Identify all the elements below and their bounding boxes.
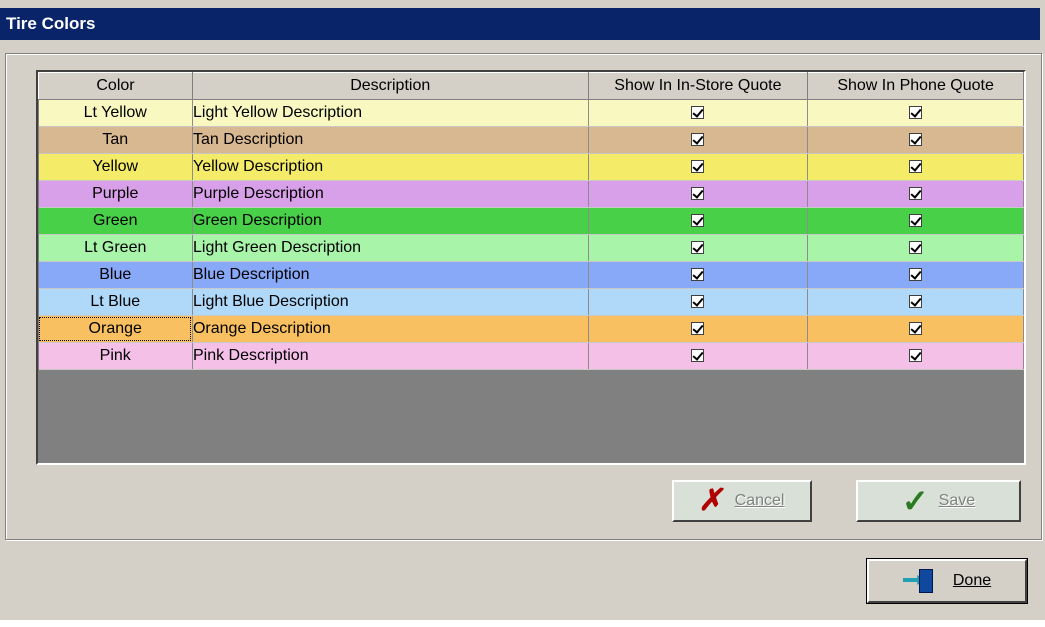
description-cell[interactable]: Light Blue Description	[192, 288, 589, 316]
color-cell[interactable]: Blue	[38, 261, 193, 289]
in-store-quote-checkbox[interactable]	[691, 241, 705, 255]
phone-quote-checkbox[interactable]	[909, 322, 923, 336]
table-row[interactable]: Lt Green Light Green Description	[38, 234, 1024, 262]
x-icon: ✗	[696, 484, 728, 517]
table-row[interactable]: Lt Yellow Light Yellow Description	[38, 99, 1024, 127]
phone-quote-checkbox[interactable]	[909, 214, 923, 228]
color-cell[interactable]: Orange	[38, 315, 193, 343]
grid-header-row: Color Description Show In In-Store Quote…	[38, 72, 1024, 100]
color-cell[interactable]: Lt Yellow	[38, 99, 193, 127]
cancel-button-label: Cancel	[734, 492, 785, 509]
table-row[interactable]: Lt Blue Light Blue Description	[38, 288, 1024, 316]
column-header-in-store-quote[interactable]: Show In In-Store Quote	[587, 72, 809, 100]
table-row[interactable]: Green Green Description	[38, 207, 1024, 235]
column-header-phone-quote[interactable]: Show In Phone Quote	[807, 72, 1024, 100]
description-cell[interactable]: Light Green Description	[192, 234, 589, 262]
phone-quote-checkbox[interactable]	[909, 160, 923, 174]
description-cell[interactable]: Orange Description	[192, 315, 589, 343]
focused-color-value: Orange	[39, 317, 192, 341]
description-cell[interactable]: Blue Description	[192, 261, 589, 289]
in-store-quote-checkbox[interactable]	[691, 160, 705, 174]
grid-table: Color Description Show In In-Store Quote…	[38, 72, 1024, 370]
phone-quote-checkbox[interactable]	[909, 268, 923, 282]
tire-colors-grid[interactable]: Color Description Show In In-Store Quote…	[36, 70, 1026, 465]
done-button[interactable]: Done	[867, 559, 1027, 603]
table-row[interactable]: Orange Orange Description	[38, 315, 1024, 343]
table-row[interactable]: Purple Purple Description	[38, 180, 1024, 208]
in-store-quote-checkbox[interactable]	[691, 295, 705, 309]
table-row[interactable]: Pink Pink Description	[38, 342, 1024, 370]
color-cell[interactable]: Yellow	[38, 153, 193, 181]
in-store-quote-checkbox[interactable]	[691, 268, 705, 282]
color-cell[interactable]: Tan	[38, 126, 193, 154]
color-cell[interactable]: Lt Blue	[38, 288, 193, 316]
description-cell[interactable]: Purple Description	[192, 180, 589, 208]
phone-quote-checkbox[interactable]	[909, 241, 923, 255]
save-button-label: Save	[938, 492, 976, 509]
checkmark-icon: ✓	[901, 483, 929, 519]
description-cell[interactable]: Tan Description	[192, 126, 589, 154]
phone-quote-checkbox[interactable]	[909, 106, 923, 120]
tire-colors-window: Tire Colors Color Description Show In In…	[0, 0, 1045, 620]
phone-quote-checkbox[interactable]	[909, 295, 923, 309]
in-store-quote-checkbox[interactable]	[691, 106, 705, 120]
in-store-quote-checkbox[interactable]	[691, 187, 705, 201]
save-button[interactable]: ✓ Save	[856, 480, 1021, 522]
in-store-quote-checkbox[interactable]	[691, 349, 705, 363]
column-header-color[interactable]: Color	[38, 72, 193, 100]
color-cell[interactable]: Purple	[38, 180, 193, 208]
phone-quote-checkbox[interactable]	[909, 349, 923, 363]
color-cell[interactable]: Lt Green	[38, 234, 193, 262]
column-header-description[interactable]: Description	[191, 72, 589, 100]
bottom-edge	[0, 620, 1045, 627]
in-store-quote-checkbox[interactable]	[691, 133, 705, 147]
exit-door-icon	[902, 569, 943, 593]
in-store-quote-checkbox[interactable]	[691, 322, 705, 336]
table-row[interactable]: Tan Tan Description	[38, 126, 1024, 154]
description-cell[interactable]: Pink Description	[192, 342, 589, 370]
table-row[interactable]: Blue Blue Description	[38, 261, 1024, 289]
done-button-label: Done	[952, 572, 992, 589]
window-title: Tire Colors	[0, 8, 1040, 40]
description-cell[interactable]: Yellow Description	[192, 153, 589, 181]
in-store-quote-checkbox[interactable]	[691, 214, 705, 228]
phone-quote-checkbox[interactable]	[909, 187, 923, 201]
phone-quote-checkbox[interactable]	[909, 133, 923, 147]
description-cell[interactable]: Green Description	[192, 207, 589, 235]
color-cell[interactable]: Pink	[38, 342, 193, 370]
cancel-button[interactable]: ✗ Cancel	[672, 480, 812, 522]
description-cell[interactable]: Light Yellow Description	[192, 99, 589, 127]
color-cell[interactable]: Green	[38, 207, 193, 235]
table-row[interactable]: Yellow Yellow Description	[38, 153, 1024, 181]
